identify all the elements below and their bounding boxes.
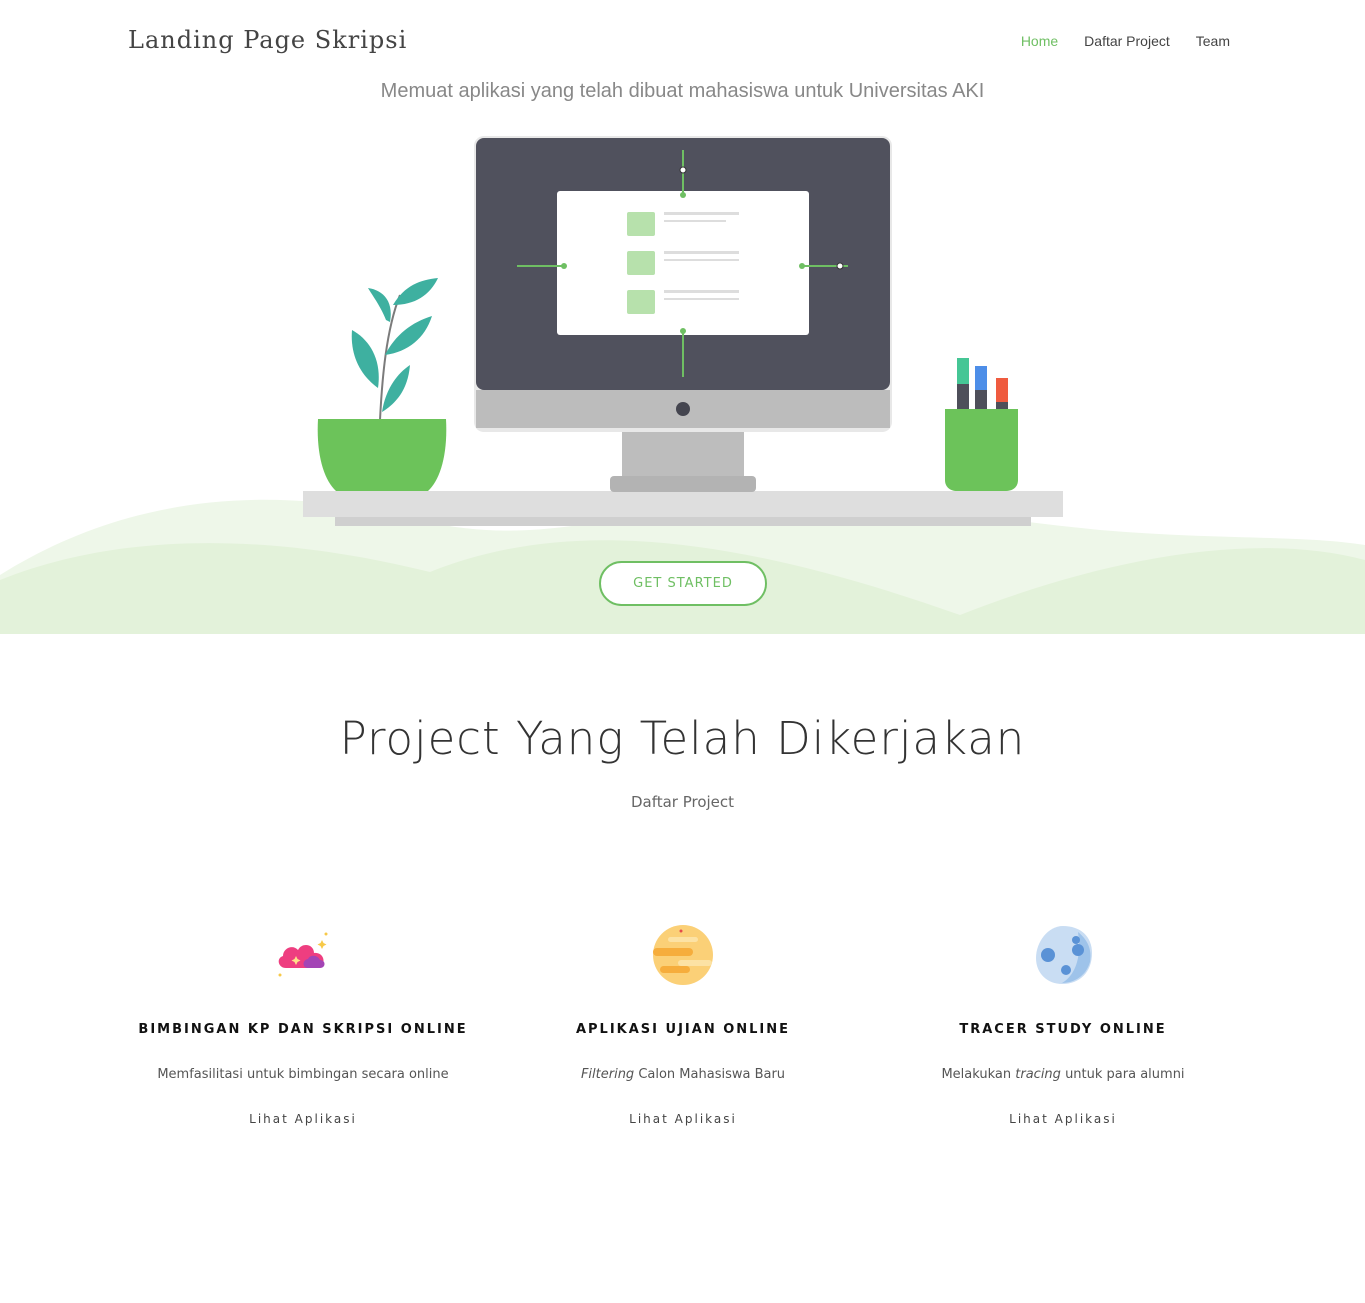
project-title: TRACER STUDY ONLINE <box>959 1022 1167 1037</box>
nav-menu: Home Daftar Project Team <box>1021 33 1230 49</box>
hero-subtitle: Memuat aplikasi yang telah dibuat mahasi… <box>380 80 985 102</box>
project-description: Memfasilitasi untuk bimbingan secara onl… <box>157 1067 449 1082</box>
plant-pot <box>317 419 447 491</box>
pen-cup <box>945 409 1018 491</box>
brand-logo[interactable]: Landing Page Skripsi <box>128 26 407 54</box>
projects-title: Project Yang Telah Dikerjakan <box>339 712 1026 765</box>
monitor-camera <box>676 402 690 416</box>
project-description: Melakukan tracing untuk para alumni <box>941 1067 1185 1082</box>
project-card-tracer: TRACER STUDY ONLINE Melakukan tracing un… <box>873 920 1253 1128</box>
project-description: Filtering Calon Mahasiswa Baru <box>580 1067 786 1082</box>
lihat-aplikasi-link[interactable]: Lihat Aplikasi <box>629 1112 737 1126</box>
lihat-aplikasi-link[interactable]: Lihat Aplikasi <box>1009 1112 1117 1126</box>
project-title: BIMBINGAN KP DAN SKRIPSI ONLINE <box>138 1022 468 1037</box>
project-card-ujian: APLIKASI UJIAN ONLINE Filtering Calon Ma… <box>493 920 873 1128</box>
moon-icon <box>1036 926 1092 984</box>
navbar: Landing Page Skripsi Home Daftar Project… <box>0 0 1365 82</box>
project-title: APLIKASI UJIAN ONLINE <box>575 1022 791 1037</box>
desk-top <box>303 491 1063 517</box>
cloud-icon <box>278 932 328 977</box>
nav-daftar-project[interactable]: Daftar Project <box>1084 33 1170 49</box>
project-card-bimbingan: BIMBINGAN KP DAN SKRIPSI ONLINE Memfasil… <box>113 920 493 1128</box>
nav-team[interactable]: Team <box>1196 33 1230 49</box>
monitor-stand <box>622 428 744 480</box>
lihat-aplikasi-link[interactable]: Lihat Aplikasi <box>249 1112 357 1126</box>
get-started-button[interactable]: GET STARTED <box>599 561 767 606</box>
monitor-base <box>610 476 756 492</box>
desk-shadow <box>335 517 1031 526</box>
hero-section: Memuat aplikasi yang telah dibuat mahasi… <box>0 0 1365 634</box>
nav-home[interactable]: Home <box>1021 33 1058 49</box>
planet-icon <box>653 925 713 985</box>
projects-subtitle: Daftar Project <box>630 793 735 811</box>
